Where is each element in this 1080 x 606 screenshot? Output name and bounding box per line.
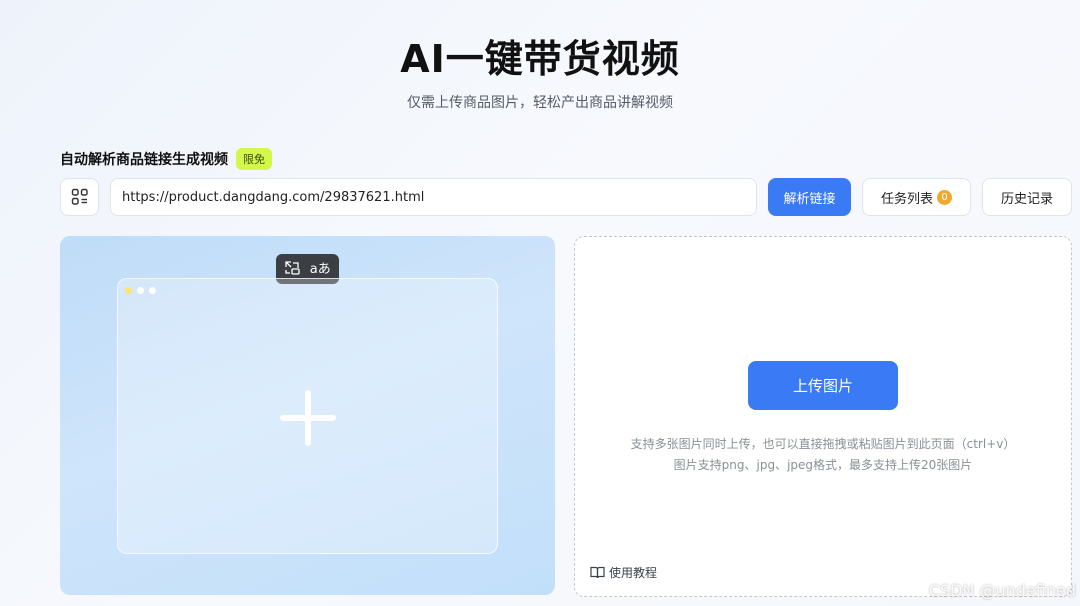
section-label-text: 自动解析商品链接生成视频 bbox=[60, 152, 228, 168]
upload-dropzone[interactable]: 上传图片 支持多张图片同时上传，也可以直接拖拽或粘贴图片到此页面（ctrl+v）… bbox=[574, 236, 1072, 597]
section-label: 自动解析商品链接生成视频 限免 bbox=[60, 148, 272, 170]
apps-button[interactable] bbox=[60, 178, 99, 216]
translate-icon[interactable]: aあ bbox=[310, 263, 331, 276]
window-dots bbox=[125, 287, 156, 294]
free-badge: 限免 bbox=[236, 148, 272, 170]
swap-layout-icon[interactable] bbox=[284, 260, 301, 278]
watermark: CSDN @undefined bbox=[928, 581, 1076, 600]
window-dot bbox=[125, 287, 132, 294]
upload-hint-line1: 支持多张图片同时上传，也可以直接拖拽或粘贴图片到此页面（ctrl+v） bbox=[630, 437, 1016, 451]
parse-link-button[interactable]: 解析链接 bbox=[768, 178, 851, 216]
window-dot bbox=[137, 287, 144, 294]
upload-hint-line2: 图片支持png、jpg、jpeg格式，最多支持上传20张图片 bbox=[673, 458, 973, 472]
upload-image-button[interactable]: 上传图片 bbox=[748, 361, 898, 410]
preview-panel: aあ bbox=[60, 236, 555, 595]
product-url-input[interactable] bbox=[110, 178, 757, 216]
apps-icon bbox=[71, 188, 88, 205]
page-subtitle: 仅需上传商品图片，轻松产出商品讲解视频 bbox=[407, 95, 673, 111]
book-icon bbox=[590, 566, 605, 579]
task-list-button[interactable]: 任务列表 0 bbox=[862, 178, 971, 216]
plus-icon[interactable] bbox=[280, 390, 336, 446]
tutorial-label: 使用教程 bbox=[609, 566, 658, 580]
window-dot bbox=[149, 287, 156, 294]
task-count-badge: 0 bbox=[937, 189, 952, 205]
task-list-label: 任务列表 bbox=[880, 191, 933, 207]
upload-preview-card[interactable] bbox=[117, 278, 498, 554]
page-title: AI一键带货视频 bbox=[400, 37, 680, 81]
history-button[interactable]: 历史记录 bbox=[982, 178, 1072, 216]
tutorial-link[interactable]: 使用教程 bbox=[590, 564, 657, 581]
